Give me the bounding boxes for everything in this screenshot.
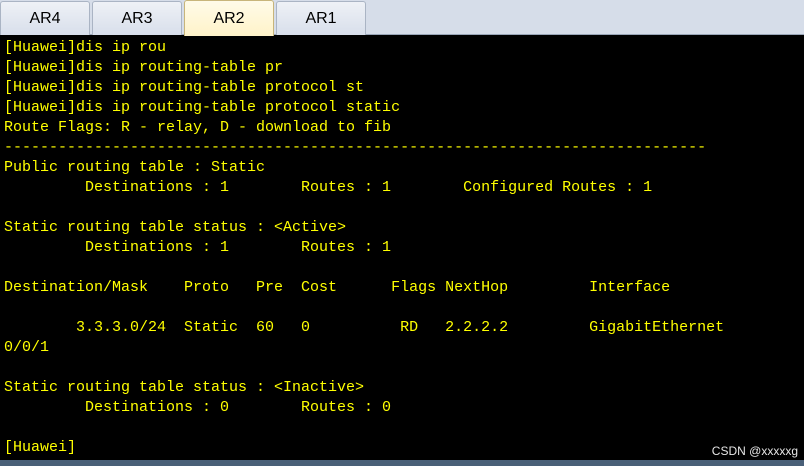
tab-ar3[interactable]: AR3 [92,1,182,35]
terminal-line: Public routing table : Static [4,159,266,176]
tab-ar4[interactable]: AR4 [0,1,90,35]
terminal-line: Static routing table status : <Inactive> [4,379,365,396]
terminal-line: Destinations : 1 Routes : 1 Configured R… [4,179,653,196]
terminal-line: 3.3.3.0/24 Static 60 0 RD 2.2.2.2 Gigabi… [4,319,725,336]
terminal-line: [Huawei]dis ip routing-table pr [4,59,284,76]
terminal-line: Static routing table status : <Active> [4,219,347,236]
bottom-strip [0,460,804,466]
terminal-line: [Huawei] [4,439,77,456]
terminal-line: Destinations : 1 Routes : 1 [4,239,392,256]
tab-ar2[interactable]: AR2 [184,0,274,36]
terminal-line: [Huawei]dis ip routing-table protocol st… [4,99,401,116]
watermark-text: CSDN @xxxxxg [711,444,798,458]
terminal-line: 0/0/1 [4,339,50,356]
terminal-line: [Huawei]dis ip rou [4,39,167,56]
tab-ar1[interactable]: AR1 [276,1,366,35]
terminal-line: [Huawei]dis ip routing-table protocol st [4,79,365,96]
terminal-line: Destinations : 0 Routes : 0 [4,399,392,416]
terminal-line: Route Flags: R - relay, D - download to … [4,119,392,136]
terminal-output[interactable]: [Huawei]dis ip rou [Huawei]dis ip routing… [0,36,804,460]
terminal-window: AR4 AR3 AR2 AR1 [Huawei]dis ip rou [Huawe… [0,0,804,466]
tab-bar: AR4 AR3 AR2 AR1 [0,0,804,36]
terminal-line: Destination/Mask Proto Pre Cost Flags Ne… [4,279,671,296]
terminal-line: ----------------------------------------… [4,139,707,156]
